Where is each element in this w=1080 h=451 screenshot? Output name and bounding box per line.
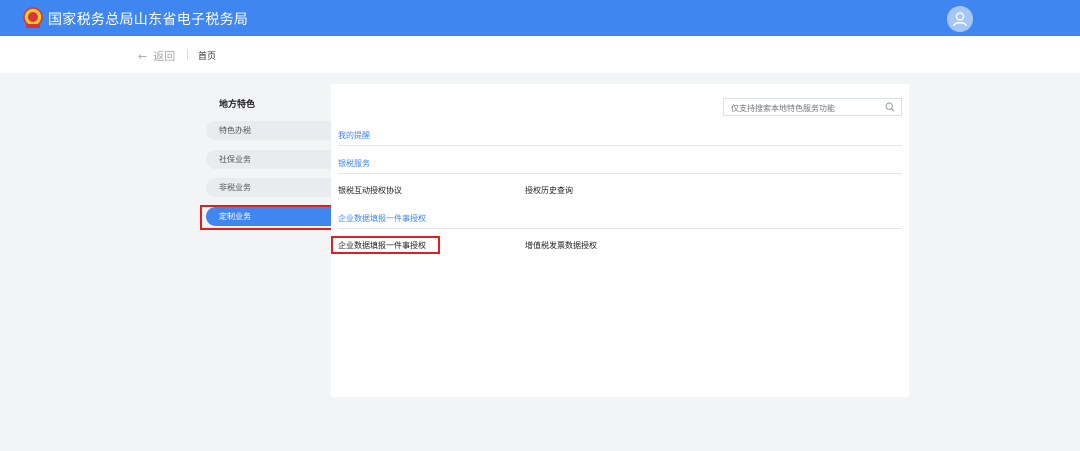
section-title-reminders: 我的提醒	[338, 131, 370, 140]
breadcrumb-bar: ← 返回 首页	[0, 36, 1080, 73]
highlight-box-link	[331, 236, 440, 254]
sidebar-title: 地方特色	[219, 100, 256, 110]
highlight-box-sidebar	[200, 205, 334, 230]
site-title: 国家税务总局山东省电子税务局	[48, 12, 249, 28]
sidebar-item-non-tax[interactable]: 非税业务	[206, 178, 331, 197]
link-authorization-history[interactable]: 授权历史查询	[525, 185, 573, 196]
search-input[interactable]: 仅支持搜索本地特色服务功能	[731, 103, 835, 114]
link-vat-invoice-authorization[interactable]: 增值税发票数据授权	[525, 240, 597, 251]
section-title-bank-tax: 银税服务	[338, 159, 370, 168]
section-divider	[338, 145, 902, 146]
user-avatar-icon[interactable]	[947, 6, 973, 32]
search-box[interactable]: 仅支持搜索本地特色服务功能	[723, 98, 902, 116]
breadcrumb-divider	[187, 49, 188, 60]
tax-emblem-icon	[23, 7, 43, 28]
breadcrumb-home[interactable]: 首页	[198, 49, 216, 62]
search-icon[interactable]	[885, 102, 895, 112]
sidebar-item-social-security[interactable]: 社保业务	[206, 150, 331, 169]
section-title-enterprise-data: 企业数据填报一件事授权	[338, 214, 426, 223]
back-button[interactable]: ← 返回	[138, 48, 175, 64]
link-bank-tax-agreement[interactable]: 银税互动授权协议	[338, 185, 402, 196]
back-arrow-icon: ←	[138, 50, 148, 63]
back-label: 返回	[153, 50, 176, 63]
section-divider	[338, 228, 902, 229]
section-divider	[338, 173, 902, 174]
top-header-bar: 国家税务总局山东省电子税务局	[0, 0, 1080, 36]
sidebar-item-special-tax[interactable]: 特色办税	[206, 121, 331, 140]
